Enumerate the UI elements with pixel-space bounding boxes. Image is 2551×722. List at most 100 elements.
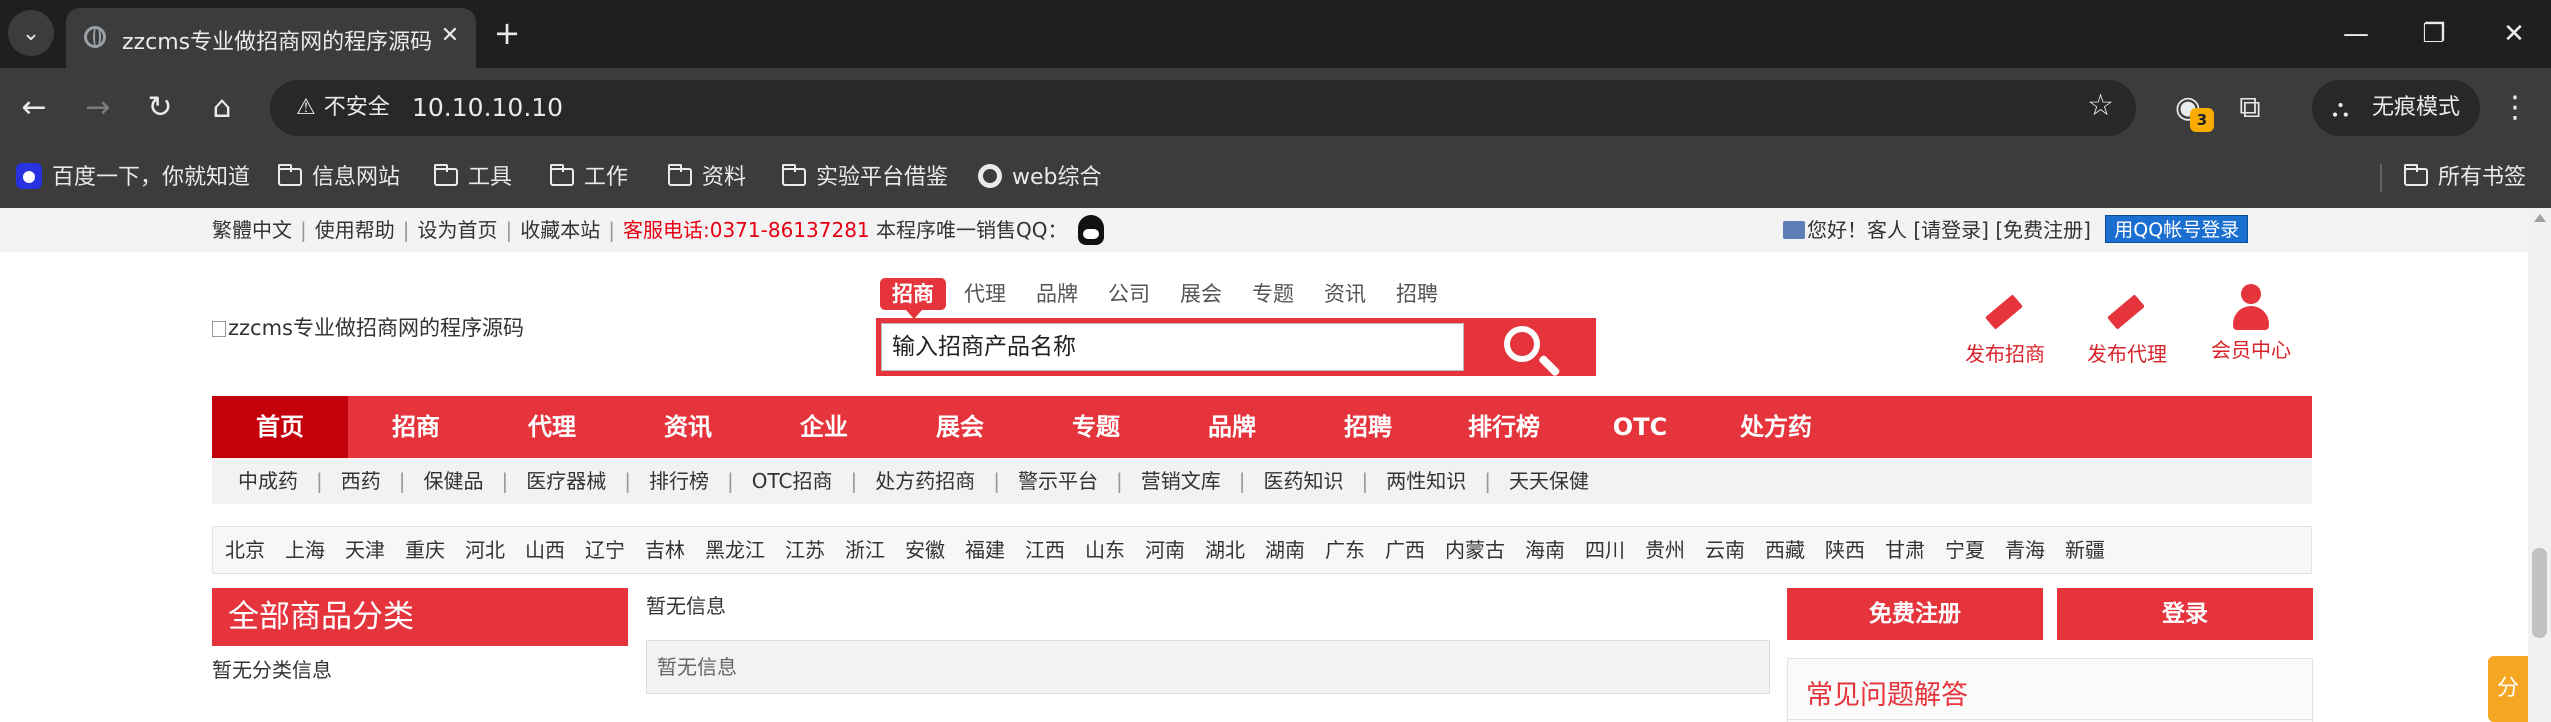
register-link[interactable]: [免费注册] [1995,218,2091,242]
set-home-link[interactable]: 设为首页 [418,218,498,242]
region-link[interactable]: 云南 [1705,538,1745,562]
bookmark-materials[interactable]: 资料 [668,160,746,196]
new-tab-icon[interactable]: + [488,14,526,52]
region-link[interactable]: 河北 [465,538,505,562]
region-link[interactable]: 北京 [225,538,265,562]
region-link[interactable]: 山西 [525,538,565,562]
subnav-item[interactable]: 中成药 [238,469,298,493]
home-icon[interactable]: ⌂ [200,86,244,130]
qq-penguin-icon[interactable] [1077,215,1104,245]
login-button[interactable]: 登录 [2057,588,2313,640]
url-text[interactable]: 10.10.10.10 [412,93,563,122]
search-tab-gongsi[interactable]: 公司 [1096,278,1162,310]
nav-qiye[interactable]: 企业 [756,396,892,458]
bookmark-baidu[interactable]: 百度一下，你就知道 [16,160,250,196]
page-scrollbar[interactable] [2528,208,2551,722]
region-link[interactable]: 湖南 [1265,538,1305,562]
nav-zhaopin[interactable]: 招聘 [1300,396,1436,458]
region-link[interactable]: 内蒙古 [1445,538,1505,562]
region-link[interactable]: 江西 [1025,538,1065,562]
region-link[interactable]: 上海 [285,538,325,562]
region-link[interactable]: 陕西 [1825,538,1865,562]
region-link[interactable]: 宁夏 [1945,538,1985,562]
minimize-icon[interactable]: — [2326,14,2386,54]
address-bar[interactable]: ⚠ 不安全 10.10.10.10 ☆ [270,80,2136,136]
incognito-indicator[interactable]: ⛬ 无痕模式 [2312,80,2480,136]
nav-otc[interactable]: OTC [1572,396,1708,458]
subnav-item[interactable]: 营销文库 [1141,469,1221,493]
search-tab-pinpai[interactable]: 品牌 [1024,278,1090,310]
member-center-button[interactable]: 会员中心 [2196,284,2306,363]
region-link[interactable]: 重庆 [405,538,445,562]
subnav-item[interactable]: 排行榜 [649,469,709,493]
nav-zhuanti[interactable]: 专题 [1028,396,1164,458]
bookmark-info-sites[interactable]: 信息网站 [278,160,400,196]
subnav-item[interactable]: 医疗器械 [526,469,606,493]
back-icon[interactable]: ← [12,86,56,130]
nav-home[interactable]: 首页 [212,396,348,458]
search-tab-zhuanti[interactable]: 专题 [1240,278,1306,310]
region-link[interactable]: 江苏 [785,538,825,562]
region-link[interactable]: 青海 [2005,538,2045,562]
nav-zixun[interactable]: 资讯 [620,396,756,458]
subnav-item[interactable]: 两性知识 [1386,469,1466,493]
region-link[interactable]: 吉林 [645,538,685,562]
forward-icon[interactable]: → [76,86,120,130]
login-link[interactable]: [请登录] [1913,218,1989,242]
qq-login-button[interactable]: 用QQ帐号登录 [2105,215,2249,243]
bookmark-tools[interactable]: 工具 [434,160,512,196]
subnav-item[interactable]: 保健品 [424,469,484,493]
subnav-item[interactable]: 警示平台 [1018,469,1098,493]
region-link[interactable]: 天津 [345,538,385,562]
site-logo[interactable]: zzcms专业做招商网的程序源码 [212,312,524,342]
region-link[interactable]: 四川 [1585,538,1625,562]
region-link[interactable]: 湖北 [1205,538,1245,562]
search-tab-zhaopin[interactable]: 招聘 [1384,278,1450,310]
scroll-up-arrow-icon[interactable] [2534,214,2546,222]
search-button[interactable] [1472,318,1596,376]
region-link[interactable]: 贵州 [1645,538,1685,562]
close-tab-icon[interactable]: ✕ [434,20,466,52]
region-link[interactable]: 西藏 [1765,538,1805,562]
subnav-item[interactable]: 处方药招商 [875,469,975,493]
region-link[interactable]: 海南 [1525,538,1565,562]
nav-zhanhui[interactable]: 展会 [892,396,1028,458]
region-link[interactable]: 辽宁 [585,538,625,562]
region-link[interactable]: 河南 [1145,538,1185,562]
nav-pinpai[interactable]: 品牌 [1164,396,1300,458]
subnav-item[interactable]: 西药 [341,469,381,493]
region-link[interactable]: 新疆 [2065,538,2105,562]
site-security-chip[interactable]: ⚠ 不安全 [284,90,402,126]
search-tab-zixun[interactable]: 资讯 [1312,278,1378,310]
search-tab-zhanhui[interactable]: 展会 [1168,278,1234,310]
bookmark-work[interactable]: 工作 [550,160,628,196]
region-link[interactable]: 甘肃 [1885,538,1925,562]
nav-chufangyao[interactable]: 处方药 [1708,396,1844,458]
region-link[interactable]: 广东 [1325,538,1365,562]
extensions-puzzle-icon[interactable]: ⧉ [2226,84,2274,132]
share-floating-button[interactable]: 分 [2488,656,2528,722]
favorite-link[interactable]: 收藏本站 [520,218,600,242]
nav-zhaoshang[interactable]: 招商 [348,396,484,458]
traditional-chinese-link[interactable]: 繁體中文 [212,218,292,242]
help-link[interactable]: 使用帮助 [315,218,395,242]
bookmark-lab-platform[interactable]: 实验平台借鉴 [782,160,948,196]
free-register-button[interactable]: 免费注册 [1787,588,2043,640]
subnav-item[interactable]: OTC招商 [752,469,833,493]
region-link[interactable]: 福建 [965,538,1005,562]
subnav-item[interactable]: 医药知识 [1264,469,1344,493]
subnav-item[interactable]: 天天保健 [1509,469,1589,493]
all-bookmarks[interactable]: 所有书签 [2404,160,2526,196]
region-link[interactable]: 山东 [1085,538,1125,562]
search-tab-zhaoshang[interactable]: 招商 [880,278,946,319]
reload-icon[interactable]: ↻ [138,86,182,130]
search-input[interactable]: 输入招商产品名称 [881,323,1464,371]
publish-daili-button[interactable]: 发布代理 [2072,290,2182,367]
tab-search-dropdown-icon[interactable]: ⌄ [8,10,54,56]
bookmark-star-icon[interactable]: ☆ [2087,88,2114,123]
region-link[interactable]: 浙江 [845,538,885,562]
restore-icon[interactable]: ❐ [2404,14,2464,54]
browser-tab-active[interactable]: zzcms专业做招商网的程序源码 ✕ [66,8,476,68]
nav-daili[interactable]: 代理 [484,396,620,458]
close-window-icon[interactable]: ✕ [2484,14,2544,54]
